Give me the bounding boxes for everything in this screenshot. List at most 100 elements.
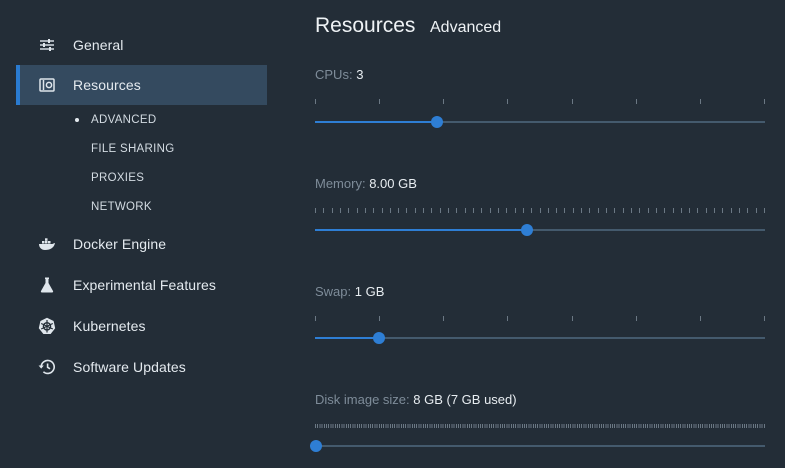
sub-item-file-sharing[interactable]: FILE SHARING	[91, 143, 174, 155]
slider-tick	[581, 208, 583, 213]
swap-slider-thumb[interactable]	[373, 332, 386, 344]
disk-image-size-slider[interactable]	[310, 440, 765, 452]
sub-item-advanced[interactable]: ADVANCED	[91, 114, 156, 126]
slider-tick	[481, 208, 483, 213]
slider-tick	[539, 208, 541, 213]
slider-tick	[571, 99, 573, 104]
swap-label: Swap: 1 GB	[315, 284, 384, 299]
slider-tick	[389, 208, 391, 213]
slider-tick	[315, 316, 316, 321]
sub-item-network[interactable]: NETWORK	[91, 201, 152, 213]
slider-tick	[364, 208, 366, 213]
memory-label-text: Memory:	[315, 176, 366, 191]
kubernetes-icon	[38, 317, 56, 335]
slider-tick	[755, 208, 757, 213]
slider-tick	[339, 208, 341, 213]
disk-value: 8 GB (7 GB used)	[413, 392, 517, 407]
slider-tick	[556, 208, 558, 213]
slider-tick	[315, 208, 316, 213]
sub-item-proxies[interactable]: PROXIES	[91, 172, 144, 184]
slider-tick	[381, 208, 383, 213]
swap-slider-ticks	[315, 316, 765, 322]
sidebar-item-label: Software Updates	[73, 359, 186, 375]
slider-tick	[423, 208, 425, 213]
cpus-value: 3	[356, 67, 364, 82]
slider-tick	[705, 208, 707, 213]
slider-tick	[739, 208, 741, 213]
slider-tick	[431, 208, 433, 213]
sidebar-item-label: Resources	[73, 77, 141, 93]
slider-tick	[356, 208, 358, 213]
history-icon	[38, 358, 56, 376]
swap-slider[interactable]	[315, 332, 765, 344]
disk-image-size-label: Disk image size: 8 GB (7 GB used)	[315, 392, 517, 407]
sidebar-item-experimental-features[interactable]: Experimental Features	[16, 265, 267, 305]
slider-tick	[464, 208, 466, 213]
cpus-label: CPUs: 3	[315, 67, 363, 82]
slider-tick	[315, 99, 316, 104]
slider-tick	[764, 99, 765, 104]
slider-tick	[589, 208, 591, 213]
slider-tick	[448, 208, 450, 213]
sidebar-item-general[interactable]: General	[16, 25, 267, 65]
memory-slider-thumb[interactable]	[520, 224, 533, 236]
slider-tick	[672, 208, 674, 213]
slider-tick	[379, 99, 381, 104]
slider-tick	[664, 208, 666, 213]
slider-tick	[456, 208, 458, 213]
slider-tick	[730, 208, 732, 213]
resources-icon	[38, 76, 56, 94]
slider-tick	[323, 208, 325, 213]
memory-slider-ticks	[315, 208, 765, 214]
slider-tick	[714, 208, 716, 213]
slider-tick	[497, 208, 499, 213]
disk-label-text: Disk image size:	[315, 392, 410, 407]
cpus-slider-fill	[315, 121, 438, 123]
slider-tick	[373, 208, 375, 213]
sidebar-item-docker-engine[interactable]: Docker Engine	[16, 224, 267, 264]
slider-tick	[514, 208, 516, 213]
swap-label-text: Swap:	[315, 284, 352, 299]
sidebar-item-label: Kubernetes	[73, 318, 146, 334]
page-title: Resources	[315, 14, 416, 37]
slider-tick	[571, 316, 573, 321]
sliders-icon	[38, 36, 56, 54]
slider-tick	[764, 208, 765, 213]
slider-tick	[722, 208, 724, 213]
slider-tick	[699, 99, 701, 104]
slider-tick	[680, 208, 682, 213]
main-panel: Resources Advanced CPUs: 3 Memory: 8.00 …	[310, 0, 765, 468]
sidebar-item-software-updates[interactable]: Software Updates	[16, 347, 267, 387]
slider-tick	[489, 208, 491, 213]
slider-tick	[639, 208, 641, 213]
disk-slider-thumb[interactable]	[310, 440, 322, 452]
cpus-slider-thumb[interactable]	[431, 116, 444, 128]
slider-tick	[699, 316, 701, 321]
active-bullet-icon	[75, 118, 79, 122]
slider-tick	[472, 208, 474, 213]
flask-icon	[38, 276, 56, 294]
sidebar-item-resources[interactable]: Resources	[16, 65, 267, 105]
slider-tick	[764, 316, 765, 321]
slider-tick	[398, 208, 400, 213]
memory-slider-fill	[315, 229, 527, 231]
memory-slider[interactable]	[315, 224, 765, 236]
slider-tick	[443, 316, 445, 321]
cpus-slider-ticks	[315, 99, 765, 105]
slider-tick	[747, 208, 749, 213]
slider-tick	[655, 208, 657, 213]
cpus-slider[interactable]	[315, 116, 765, 128]
docker-preferences-window: General Resources ADVANCED FILE SHARING …	[0, 0, 785, 468]
slider-tick	[507, 316, 509, 321]
slider-tick	[414, 208, 416, 213]
slider-tick	[439, 208, 441, 213]
swap-value: 1 GB	[354, 284, 385, 299]
slider-tick	[606, 208, 608, 213]
slider-tick	[647, 208, 649, 213]
sidebar-item-label: Docker Engine	[73, 236, 167, 252]
slider-tick	[572, 208, 574, 213]
slider-tick	[635, 99, 637, 104]
sidebar-item-kubernetes[interactable]: Kubernetes	[16, 306, 267, 346]
slider-tick	[406, 208, 408, 213]
slider-tick	[697, 208, 699, 213]
